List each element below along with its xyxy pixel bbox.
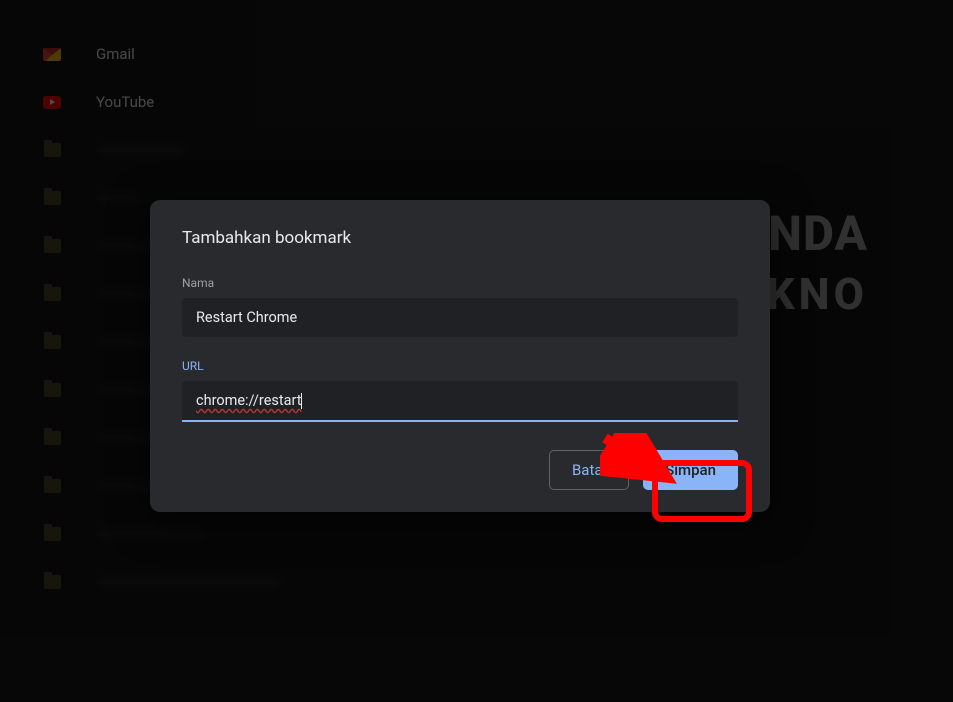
cancel-button[interactable]: Batal (549, 450, 629, 490)
url-input[interactable]: chrome://restart (182, 381, 738, 422)
dialog-button-row: Batal Simpan (182, 450, 738, 490)
url-field-label: URL (182, 359, 738, 373)
save-button[interactable]: Simpan (643, 450, 738, 490)
dialog-title: Tambahkan bookmark (182, 228, 738, 248)
add-bookmark-dialog: Tambahkan bookmark Nama URL chrome://res… (150, 200, 770, 512)
name-input[interactable] (182, 298, 738, 337)
name-field-label: Nama (182, 276, 738, 290)
